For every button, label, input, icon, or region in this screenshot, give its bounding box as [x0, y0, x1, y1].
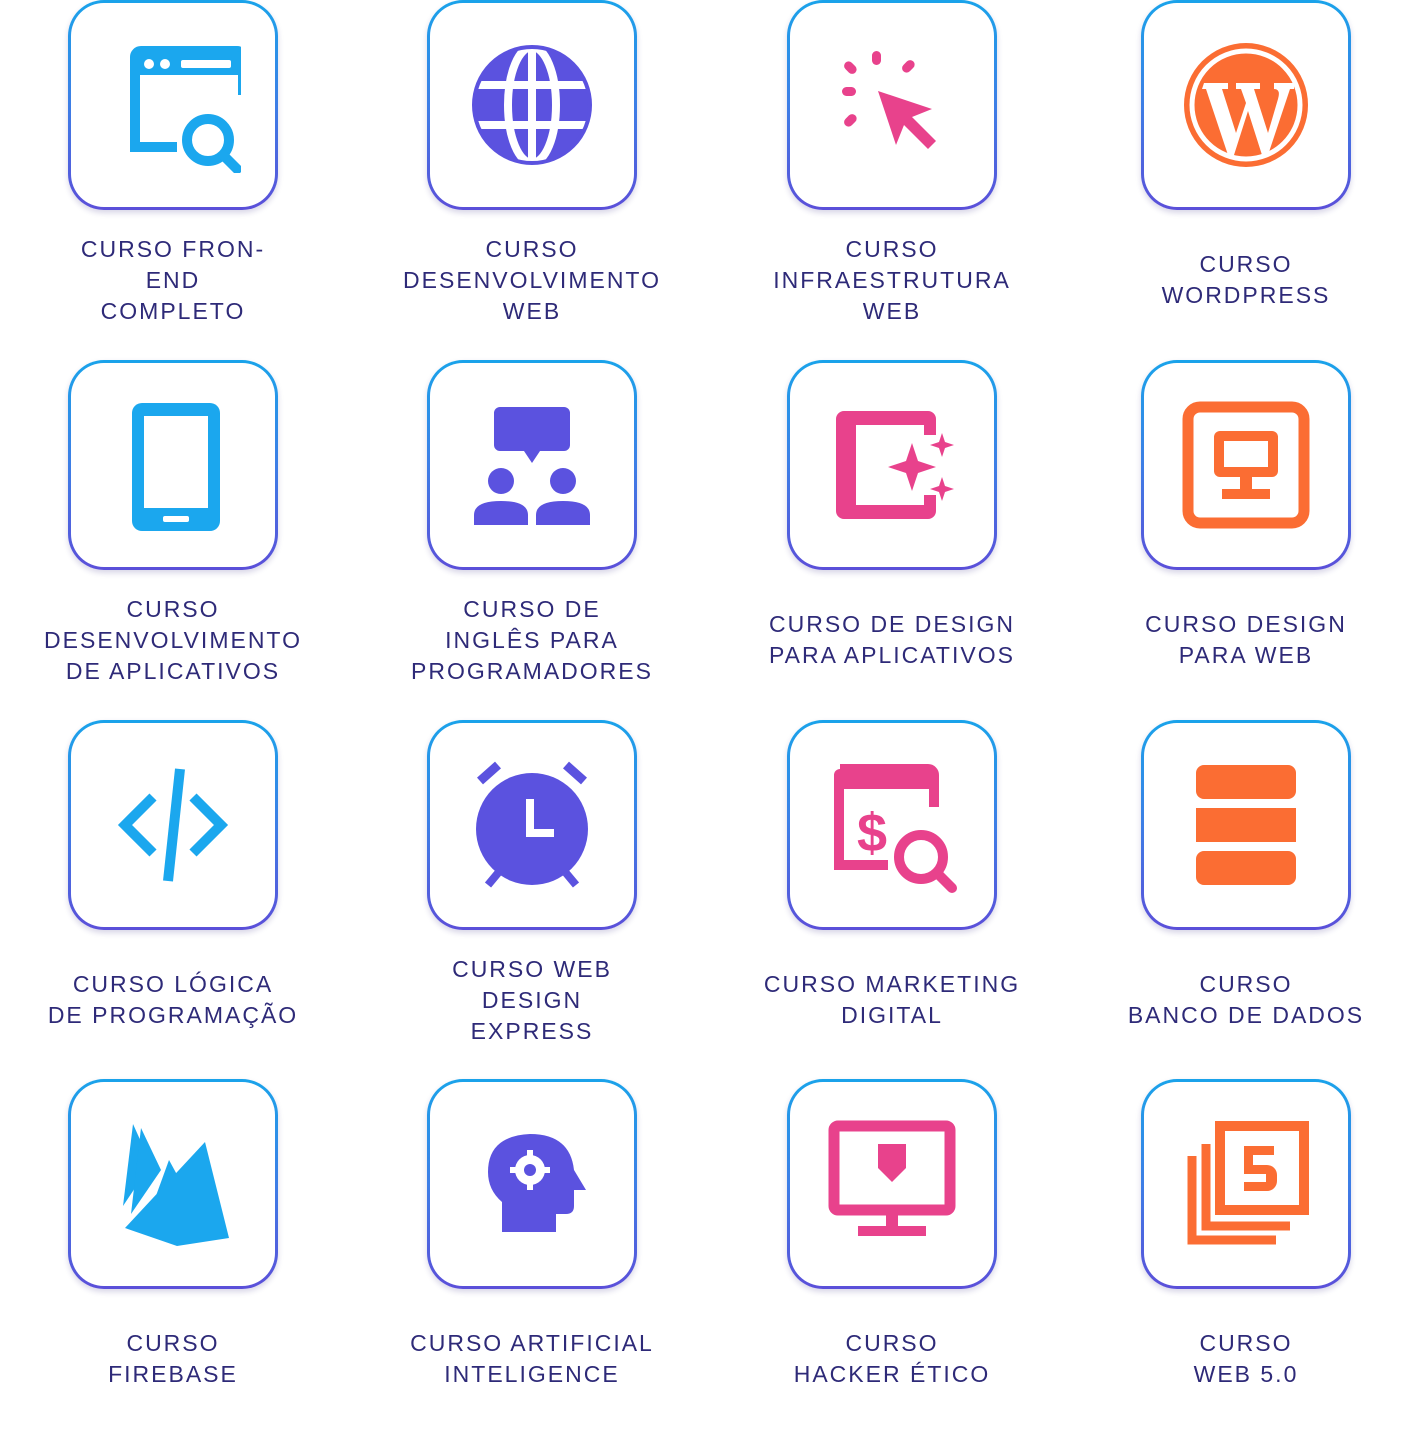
course-label: CURSO DESENVOLVIMENTO DE APLICATIVOS	[44, 595, 302, 684]
course-grid: CURSO FRON- END COMPLETO CURSO DESENVOLV…	[0, 0, 1421, 1424]
course-label: CURSO FRON- END COMPLETO	[80, 235, 266, 324]
course-tile[interactable]	[1141, 1079, 1351, 1289]
course-label: CURSO MARKETING DIGITAL	[763, 971, 1021, 1028]
course-label: CURSO DESENVOLVIMENTO WEB	[403, 235, 661, 324]
course-card-web-5[interactable]: CURSO WEB 5.0	[1121, 1079, 1371, 1429]
course-label: CURSO BANCO DE DADOS	[1127, 971, 1365, 1028]
globe-icon	[472, 43, 592, 167]
monitor-shield-icon	[828, 1120, 956, 1236]
course-tile[interactable]	[1141, 720, 1351, 930]
course-card-hacker-etico[interactable]: CURSO HACKER ÉTICO	[767, 1079, 1017, 1429]
course-card-infraestrutura-web[interactable]: CURSO INFRAESTRUTURA WEB	[767, 0, 1017, 350]
course-tile[interactable]	[787, 1079, 997, 1289]
course-tile[interactable]	[1141, 0, 1351, 210]
course-card-aplicativos[interactable]: CURSO DESENVOLVIMENTO DE APLICATIVOS	[44, 360, 300, 710]
database-icon	[1196, 765, 1296, 885]
course-tile[interactable]	[68, 720, 278, 930]
course-tile[interactable]	[427, 720, 637, 930]
course-card-banco-de-dados[interactable]: CURSO BANCO DE DADOS	[1121, 720, 1371, 1070]
smartphone-icon	[132, 403, 220, 531]
course-card-marketing[interactable]: $ CURSO MARKETING DIGITAL	[764, 720, 1018, 1070]
course-tile[interactable]	[787, 0, 997, 210]
course-tile[interactable]	[68, 0, 278, 210]
head-gear-icon	[488, 1134, 586, 1232]
monitor-frame-icon	[1182, 401, 1310, 529]
course-card-ai[interactable]: CURSO ARTIFICIAL INTELIGENCE	[407, 1079, 657, 1429]
course-label: CURSO DE INGLÊS PARA PROGRAMADORES	[411, 595, 653, 684]
course-card-desenvolvimento-web[interactable]: CURSO DESENVOLVIMENTO WEB	[403, 0, 659, 350]
dollar-search-icon: $	[834, 764, 957, 893]
course-label: CURSO FIREBASE	[108, 1330, 238, 1387]
course-label: CURSO LÓGICA DE PROGRAMAÇÃO	[47, 971, 299, 1028]
course-tile[interactable]	[1141, 360, 1351, 570]
alarm-clock-icon	[476, 761, 588, 888]
course-card-design-web[interactable]: CURSO DESIGN PARA WEB	[1121, 360, 1371, 710]
course-label: CURSO DESIGN PARA WEB	[1145, 611, 1347, 668]
firebase-icon	[123, 1124, 229, 1246]
course-label: CURSO HACKER ÉTICO	[793, 1330, 991, 1387]
course-card-firebase[interactable]: CURSO FIREBASE	[48, 1079, 298, 1429]
course-card-ingles[interactable]: CURSO DE INGLÊS PARA PROGRAMADORES	[407, 360, 657, 710]
cursor-click-icon	[842, 51, 936, 149]
svg-text:$: $	[857, 803, 887, 863]
course-card-frontend[interactable]: CURSO FRON- END COMPLETO	[48, 0, 298, 350]
course-label: CURSO WEB 5.0	[1193, 1330, 1299, 1387]
course-label: CURSO DE DESIGN PARA APLICATIVOS	[769, 611, 1015, 668]
course-card-web-design-express[interactable]: CURSO WEB DESIGN EXPRESS	[407, 720, 657, 1070]
browser-search-icon	[130, 46, 241, 173]
course-tile[interactable]	[68, 1079, 278, 1289]
course-tile[interactable]	[427, 0, 637, 210]
html5-icon	[1187, 1121, 1309, 1245]
course-tile[interactable]	[427, 360, 637, 570]
people-chat-icon	[474, 407, 590, 525]
course-label: CURSO ARTIFICIAL INTELIGENCE	[410, 1330, 654, 1387]
course-card-wordpress[interactable]: CURSO WORDPRESS	[1121, 0, 1371, 350]
course-card-design-aplicativos[interactable]: CURSO DE DESIGN PARA APLICATIVOS	[767, 360, 1017, 710]
course-card-logica[interactable]: CURSO LÓGICA DE PROGRAMAÇÃO	[48, 720, 298, 1070]
wordpress-icon	[1184, 43, 1308, 167]
app-design-sparkle-icon	[836, 411, 954, 519]
course-label: CURSO WEB DESIGN EXPRESS	[452, 955, 612, 1044]
course-label: CURSO WORDPRESS	[1161, 251, 1331, 308]
code-icon	[117, 768, 229, 882]
course-tile[interactable]	[68, 360, 278, 570]
course-tile[interactable]: $	[787, 720, 997, 930]
course-tile[interactable]	[787, 360, 997, 570]
course-tile[interactable]	[427, 1079, 637, 1289]
course-label: CURSO INFRAESTRUTURA WEB	[773, 235, 1011, 324]
